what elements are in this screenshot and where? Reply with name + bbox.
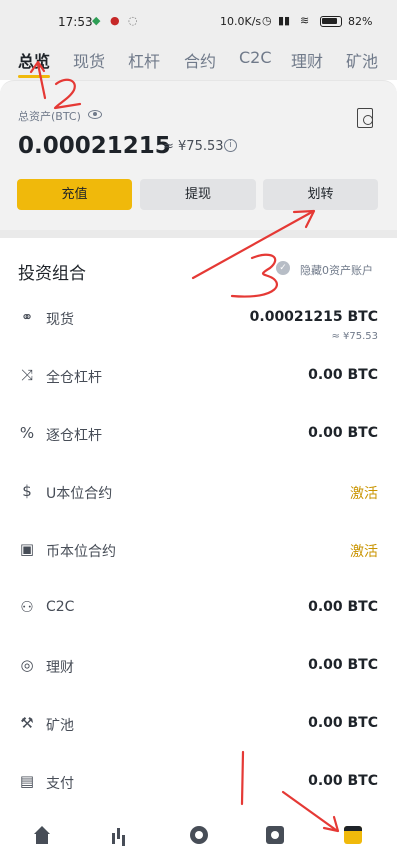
deposit-button[interactable]: 充值 [17,179,132,210]
futures-icon[interactable] [266,826,284,844]
usdm-futures-icon: $ [22,482,32,500]
account-row-coinm-futures[interactable]: ▣ 币本位合约 激活 [0,522,397,580]
home-icon[interactable] [33,826,51,844]
account-row-pool[interactable]: ⚒ 矿池 0.00 BTC [0,696,397,754]
transfer-button[interactable]: 划转 [263,179,378,210]
activate-link[interactable]: 激活 [350,483,378,503]
total-balance: 0.00021215 [18,133,171,159]
activate-link[interactable]: 激活 [350,541,378,561]
c2c-icon: ⚇ [20,598,34,616]
account-row-cross-margin[interactable]: ⤨ 全仓杠杆 0.00 BTC [0,348,397,406]
tab-overview[interactable]: 总览 [18,48,51,78]
tab-earn[interactable]: 理财 [291,48,323,72]
status-time: 17:53 [58,15,93,29]
account-value: 0.00 BTC [308,599,378,615]
total-asset-label: 总资产(BTC) [18,110,81,123]
account-name: 逐仓杠杆 [46,428,102,444]
tab-c2c[interactable]: C2C [239,48,272,67]
account-name: 矿池 [46,718,74,734]
account-value: 0.00 BTC [308,773,378,789]
history-icon[interactable] [357,108,373,128]
bottom-navigation [0,818,397,848]
account-row-usdm-futures[interactable]: $ U本位合约 激活 [0,464,397,522]
account-row-c2c[interactable]: ⚇ C2C 0.00 BTC [0,580,397,638]
account-row-isolated-margin[interactable]: % 逐仓杠杆 0.00 BTC [0,406,397,464]
account-name: 现货 [46,312,74,328]
cross-margin-icon: ⤨ [20,366,33,384]
eye-icon[interactable] [88,110,102,119]
wifi-icon: ≋ [300,14,310,27]
account-value-cny: ≈ ¥75.53 [331,331,378,342]
account-row-pay[interactable]: ▤ 支付 0.00 BTC [0,754,397,812]
info-icon[interactable]: i [224,139,237,152]
account-value: 0.00 BTC [308,715,378,731]
account-value: 0.00 BTC [308,367,378,383]
pay-icon: ▤ [19,772,35,790]
tab-margin[interactable]: 杠杆 [128,48,160,72]
account-value: 0.00 BTC [308,657,378,673]
isolated-margin-icon: % [19,424,35,442]
withdraw-button[interactable]: 提现 [140,179,256,210]
wallet-icon[interactable] [344,826,362,844]
tab-pool[interactable]: 矿池 [346,48,378,72]
trade-icon[interactable] [190,826,208,844]
shield-icon: ◆ [92,14,101,27]
network-speed: 10.0K/s [220,15,262,28]
balance-cny: ≈ ¥75.53 [163,139,224,154]
tab-futures[interactable]: 合约 [184,48,216,72]
status-bar: 17:53 ◆ ● ◌ 10.0K/s ◷ ▮▮ ≋ 82% [0,0,397,44]
battery-level: 82% [348,15,373,28]
battery-icon [320,16,342,27]
account-tabs: 总览 现货 杠杆 合约 C2C 理财 矿池 [0,44,397,80]
portfolio-title: 投资组合 [18,264,86,284]
spot-icon: ⚭ [20,308,34,326]
earn-icon: ◎ [20,656,34,674]
section-divider [0,230,397,238]
account-name: 全仓杠杆 [46,370,102,386]
tab-spot[interactable]: 现货 [73,48,105,72]
account-value: 0.00 BTC [308,425,378,441]
app-notification-icon: ● [110,14,120,27]
signal-icon: ▮▮ [278,14,291,27]
hide-zero-toggle[interactable]: 隐藏0资产账户 [300,262,373,278]
account-name: U本位合约 [46,486,113,502]
account-row-spot[interactable]: ⚭ 现货 0.00021215 BTC ≈ ¥75.53 [0,290,397,348]
alarm-icon: ◷ [262,14,272,27]
account-value: 0.00021215 BTC [249,309,378,325]
sync-icon: ◌ [128,14,138,27]
check-icon[interactable]: ✓ [276,261,290,275]
account-name: 币本位合约 [46,544,116,560]
account-name: 理财 [46,660,74,676]
coinm-futures-icon: ▣ [19,540,35,558]
account-name: 支付 [46,776,74,792]
account-name: C2C [46,599,75,615]
markets-icon[interactable] [110,826,128,844]
pool-icon: ⚒ [20,714,34,732]
account-row-earn[interactable]: ◎ 理财 0.00 BTC [0,638,397,696]
